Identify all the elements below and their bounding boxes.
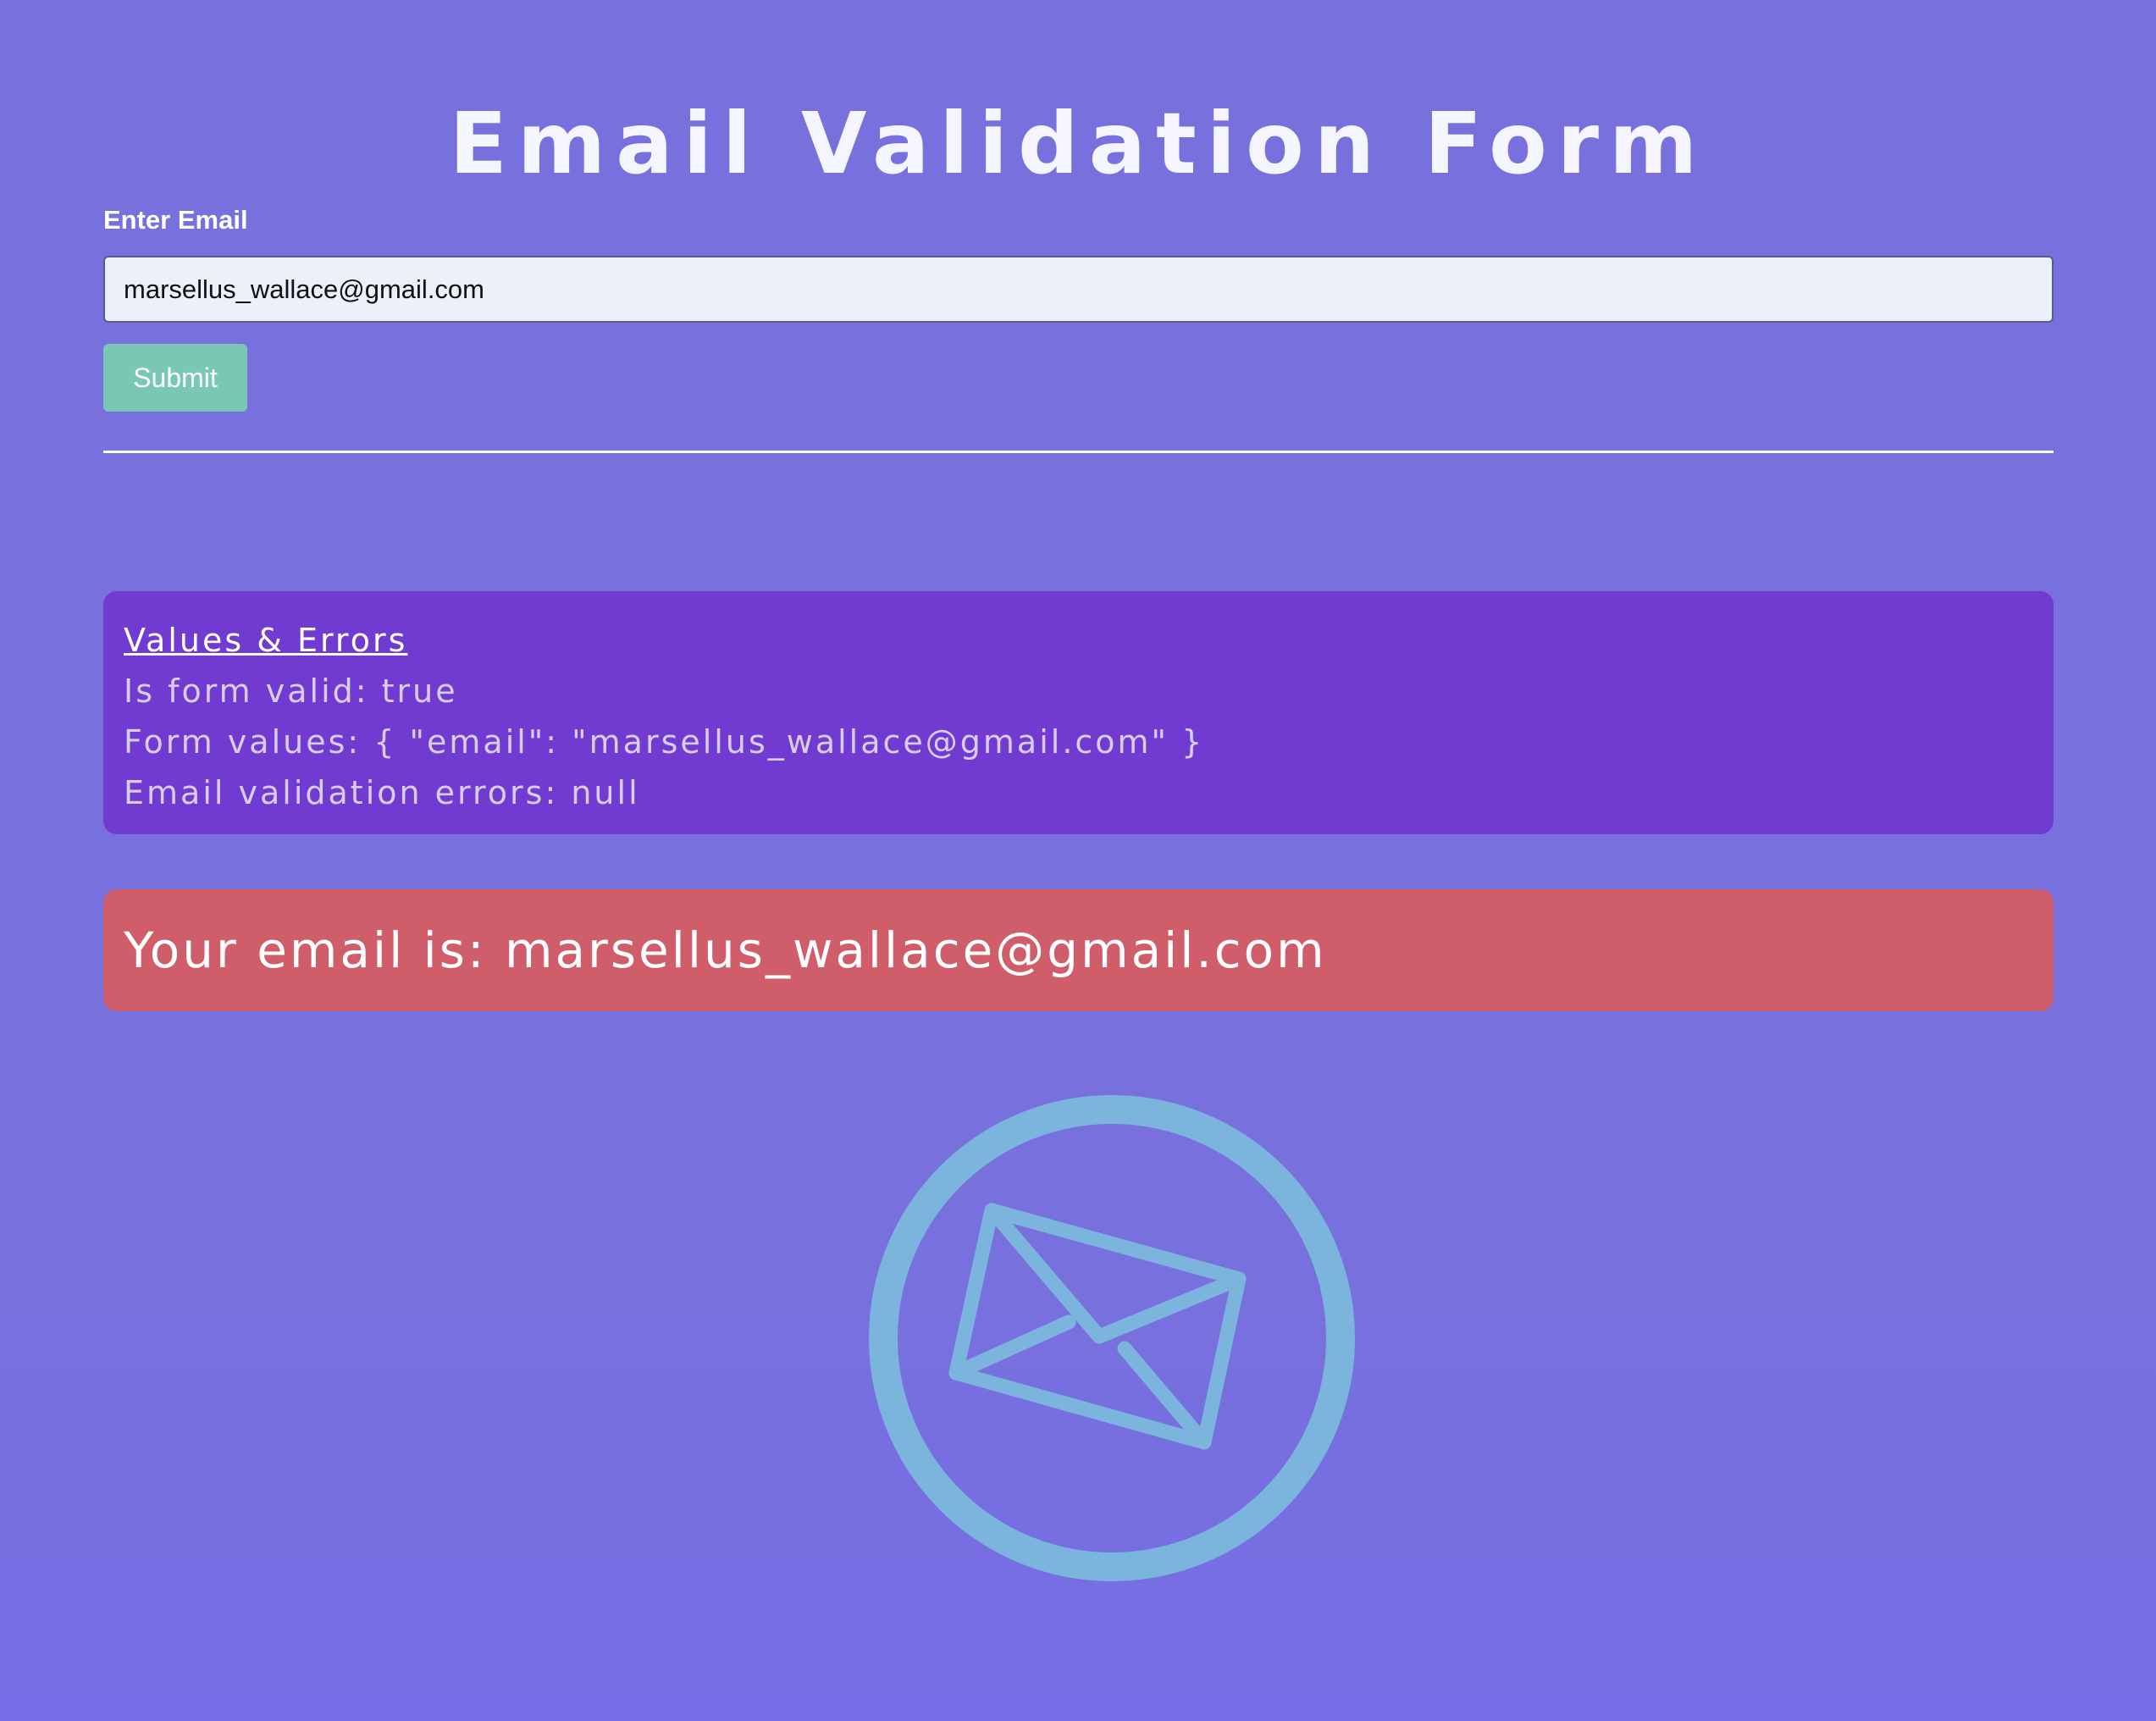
- envelope-circle-icon: [869, 1095, 1355, 1581]
- form-valid-text: Is form valid: true: [124, 672, 458, 710]
- submit-button[interactable]: Submit: [103, 344, 247, 412]
- email-input[interactable]: [103, 256, 2054, 323]
- values-errors-panel: Values & Errors Is form valid: true Form…: [103, 591, 2054, 834]
- page-title: Email Validation Form: [449, 94, 1708, 193]
- form-values-text: Form values: { "email": "marsellus_walla…: [124, 723, 1205, 761]
- email-result-banner: Your email is: marsellus_wallace@gmail.c…: [103, 889, 2054, 1011]
- email-validation-page: Email Validation Form Enter Email Submit…: [103, 0, 2054, 1721]
- values-errors-heading: Values & Errors: [124, 622, 408, 659]
- divider: [103, 451, 2054, 453]
- email-errors-text: Email validation errors: null: [124, 774, 640, 811]
- email-field-label: Enter Email: [103, 205, 248, 235]
